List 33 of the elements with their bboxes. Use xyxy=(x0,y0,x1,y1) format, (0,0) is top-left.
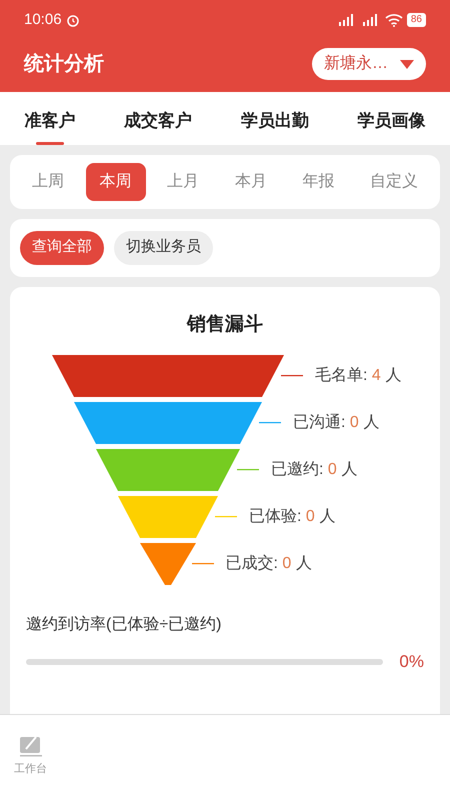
caret-icon xyxy=(400,60,414,68)
status-time: 10:06 xyxy=(24,10,62,30)
chart-title: 销售漏斗 xyxy=(187,314,263,334)
stage-label: 已邀约: 0 人 xyxy=(271,460,358,480)
store-dropdown[interactable]: 新塘永… xyxy=(312,48,426,80)
rate-label: 邀约到访率(已体验÷已邀约) xyxy=(26,614,222,635)
stage-label: 已沟通: 0 人 xyxy=(293,412,380,433)
leader-line xyxy=(192,563,214,565)
alarm-icon xyxy=(66,13,80,27)
battery-indicator: 86 xyxy=(406,13,426,27)
leader-line xyxy=(237,469,259,471)
period-tab[interactable]: 自定义 xyxy=(356,162,432,200)
stage-label: 毛名单: 4 人 xyxy=(315,366,402,386)
filter-chip[interactable]: 切换业务员 xyxy=(114,230,213,264)
rate-value: 0% xyxy=(399,651,424,673)
nav-item[interactable]: 工作台 xyxy=(14,733,47,778)
page-title: 统计分析 xyxy=(24,52,104,77)
stage-label: 已成交: 0 人 xyxy=(226,554,312,574)
stage-label: 已体验: 0 人 xyxy=(249,507,336,527)
tab[interactable]: 成交客户 xyxy=(124,108,192,144)
leader-line xyxy=(281,375,303,377)
leader-line xyxy=(259,422,281,424)
tab[interactable]: 准客户 xyxy=(24,108,76,144)
period-tab[interactable]: 上月 xyxy=(153,162,214,200)
wifi-icon xyxy=(384,14,403,26)
filter-chip[interactable]: 查询全部 xyxy=(20,230,104,264)
leader-line xyxy=(215,516,237,518)
tab[interactable]: 学员画像 xyxy=(358,108,426,144)
period-tab[interactable]: 本周 xyxy=(86,162,146,200)
period-tab[interactable]: 上周 xyxy=(18,162,78,200)
period-tab[interactable]: 本月 xyxy=(220,162,281,200)
tab[interactable]: 学员出勤 xyxy=(240,108,309,144)
period-tab[interactable]: 年报 xyxy=(288,162,348,200)
